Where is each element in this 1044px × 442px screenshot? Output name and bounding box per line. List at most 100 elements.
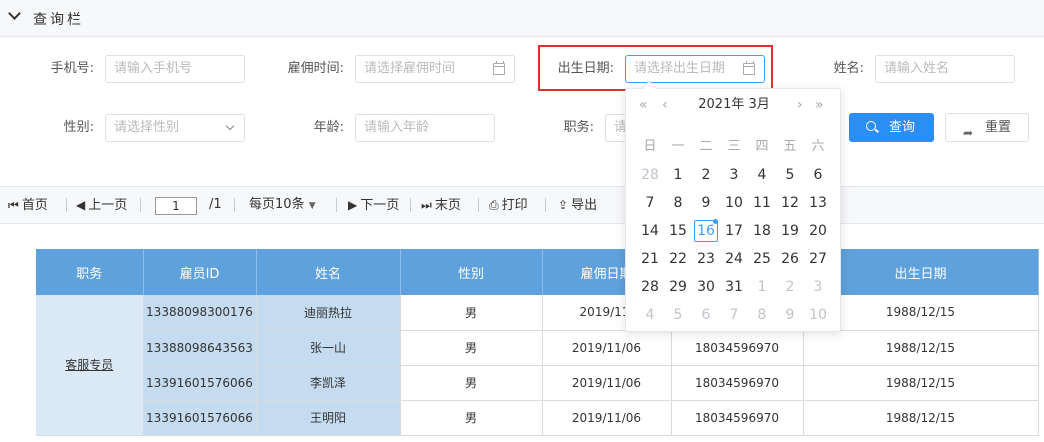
header-position[interactable]: 职务 xyxy=(36,249,144,295)
print-button[interactable]: ⎙ 打印 xyxy=(489,187,528,223)
per-page-select[interactable]: 每页10条 ▼ xyxy=(249,187,316,223)
day-cell[interactable]: 21 xyxy=(636,245,664,273)
next-month-button[interactable]: › xyxy=(797,95,803,115)
weekday-label: 二 xyxy=(699,139,713,154)
gender-select[interactable]: 请选择性别 xyxy=(105,114,245,142)
date-picker-title: 2021年 3月 xyxy=(698,97,770,112)
header-employee-id[interactable]: 雇员ID xyxy=(143,249,257,295)
day-cell-other-month[interactable]: 1 xyxy=(748,273,776,301)
day-cell-other-month[interactable]: 9 xyxy=(776,301,804,329)
name-input[interactable]: 请输入姓名 xyxy=(875,55,1015,83)
table-row[interactable]: 客服专员 13388098300176 迪丽热拉 男 2019/11/ 1988… xyxy=(36,295,1039,436)
employee-id-cell: 13391601576066 xyxy=(143,400,257,436)
printer-icon: ⎙ xyxy=(489,198,499,212)
name-cell: 张一山 xyxy=(256,330,401,366)
chevron-down-icon[interactable] xyxy=(8,7,21,20)
day-cell[interactable]: 25 xyxy=(748,245,776,273)
age-input[interactable]: 请输入年龄 xyxy=(355,114,495,142)
weekday-label: 日 xyxy=(643,139,657,154)
phone-input[interactable]: 请输入手机号 xyxy=(105,55,245,83)
position-cell[interactable]: 客服专员 xyxy=(36,295,144,436)
day-cell-other-month[interactable]: 28 xyxy=(636,161,664,189)
day-cell[interactable]: 31 xyxy=(720,273,748,301)
day-cell-other-month[interactable]: 4 xyxy=(636,301,664,329)
day-cell[interactable]: 10 xyxy=(720,189,748,217)
gender-cell: 男 xyxy=(400,365,543,401)
day-cell-other-month[interactable]: 10 xyxy=(804,301,832,329)
day-cell[interactable]: 13 xyxy=(804,189,832,217)
export-button[interactable]: ⇪ 导出 xyxy=(558,187,597,223)
share-icon: ➦ xyxy=(963,126,974,140)
day-cell[interactable]: 24 xyxy=(720,245,748,273)
day-cell[interactable]: 17 xyxy=(720,217,748,245)
employee-id-cell: 13388098643563 xyxy=(143,330,257,366)
day-cell[interactable]: 19 xyxy=(776,217,804,245)
header-gender[interactable]: 性别 xyxy=(400,249,543,295)
pagination-toolbar: ⏮ 首页 ◀ 上一页 1 /1 每页10条 ▼ ▶ 下一页 ⏭ 末页 ⎙ 打印 ⇪ 导出 xyxy=(0,186,1044,224)
hire-date-cell: 2019/11/06 xyxy=(542,365,672,401)
phone-cell: 18034596970 xyxy=(671,400,804,436)
day-cell[interactable]: 29 xyxy=(664,273,692,301)
first-page-button[interactable]: ⏮ 首页 xyxy=(8,187,48,223)
day-cell[interactable]: 27 xyxy=(804,245,832,273)
day-cell[interactable]: 5 xyxy=(776,161,804,189)
day-cell[interactable]: 4 xyxy=(748,161,776,189)
day-cell[interactable]: 3 xyxy=(720,161,748,189)
day-cell-other-month[interactable]: 7 xyxy=(720,301,748,329)
day-cell[interactable]: 14 xyxy=(636,217,664,245)
day-cell[interactable]: 12 xyxy=(776,189,804,217)
day-cell-other-month[interactable]: 6 xyxy=(692,301,720,329)
week-row: 28 1 2 3 4 5 6 xyxy=(636,161,832,189)
chevron-down-icon xyxy=(225,121,235,131)
hire-time-placeholder: 请选择雇佣时间 xyxy=(364,61,456,76)
table-row[interactable]: 13391601576066 王明阳 男 2019/11/06 18034596… xyxy=(36,400,1039,436)
hire-time-input[interactable]: 请选择雇佣时间 xyxy=(355,55,515,83)
query-bar-title: 查询栏 xyxy=(33,12,84,28)
day-cell[interactable]: 23 xyxy=(692,245,720,273)
position-link[interactable]: 客服专员 xyxy=(65,358,113,372)
day-cell[interactable]: 30 xyxy=(692,273,720,301)
day-cell[interactable]: 26 xyxy=(776,245,804,273)
next-year-button[interactable]: » xyxy=(815,95,824,115)
day-cell[interactable]: 8 xyxy=(664,189,692,217)
week-row: 7 8 9 10 11 12 13 xyxy=(636,189,832,217)
name-label: 姓名: xyxy=(833,61,864,76)
day-cell[interactable]: 18 xyxy=(748,217,776,245)
day-cell[interactable]: 7 xyxy=(636,189,664,217)
next-page-button[interactable]: ▶ 下一页 xyxy=(348,187,399,223)
employee-id-cell: 13391601576066 xyxy=(143,365,257,401)
day-cell[interactable]: 20 xyxy=(804,217,832,245)
day-cell-other-month[interactable]: 5 xyxy=(664,301,692,329)
day-cell-other-month[interactable]: 3 xyxy=(804,273,832,301)
day-cell[interactable]: 1 xyxy=(664,161,692,189)
day-cell-other-month[interactable]: 2 xyxy=(776,273,804,301)
day-cell[interactable]: 9 xyxy=(692,189,720,217)
day-cell[interactable]: 28 xyxy=(636,273,664,301)
query-bar-header[interactable]: 查询栏 xyxy=(0,0,1044,37)
week-row: 21 22 23 24 25 26 27 xyxy=(636,245,832,273)
day-cell-other-month[interactable]: 8 xyxy=(748,301,776,329)
day-cell[interactable]: 2 xyxy=(692,161,720,189)
search-button-label: 查询 xyxy=(889,120,916,135)
divider xyxy=(478,198,479,212)
prev-page-button[interactable]: ◀ 上一页 xyxy=(76,187,127,223)
gender-cell: 男 xyxy=(400,295,543,331)
page-number-input[interactable]: 1 xyxy=(155,197,197,215)
table-row[interactable]: 13391601576066 李凯泽 男 2019/11/06 18034596… xyxy=(36,365,1039,401)
day-cell-selected[interactable]: 16 xyxy=(692,217,720,245)
day-cell[interactable]: 11 xyxy=(748,189,776,217)
search-button[interactable]: 查询 xyxy=(849,113,934,142)
export-icon: ⇪ xyxy=(558,198,569,212)
table-row[interactable]: 13388098643563 张一山 男 2019/11/06 18034596… xyxy=(36,330,1039,366)
divider xyxy=(545,198,546,212)
day-cell[interactable]: 6 xyxy=(804,161,832,189)
last-page-button[interactable]: ⏭ 末页 xyxy=(421,187,461,223)
gender-label: 性别: xyxy=(63,120,94,135)
day-cell[interactable]: 15 xyxy=(664,217,692,245)
name-cell: 迪丽热拉 xyxy=(256,295,401,331)
date-picker-popup: « ‹ 2021年 3月 › » 日一二三四五六 28 1 2 3 4 5 6 7 8 9 10 11 1… xyxy=(625,80,841,332)
reset-button[interactable]: ➦ 重置 xyxy=(945,113,1029,142)
day-cell[interactable]: 22 xyxy=(664,245,692,273)
header-name[interactable]: 姓名 xyxy=(256,249,401,295)
first-page-label: 首页 xyxy=(21,198,48,213)
